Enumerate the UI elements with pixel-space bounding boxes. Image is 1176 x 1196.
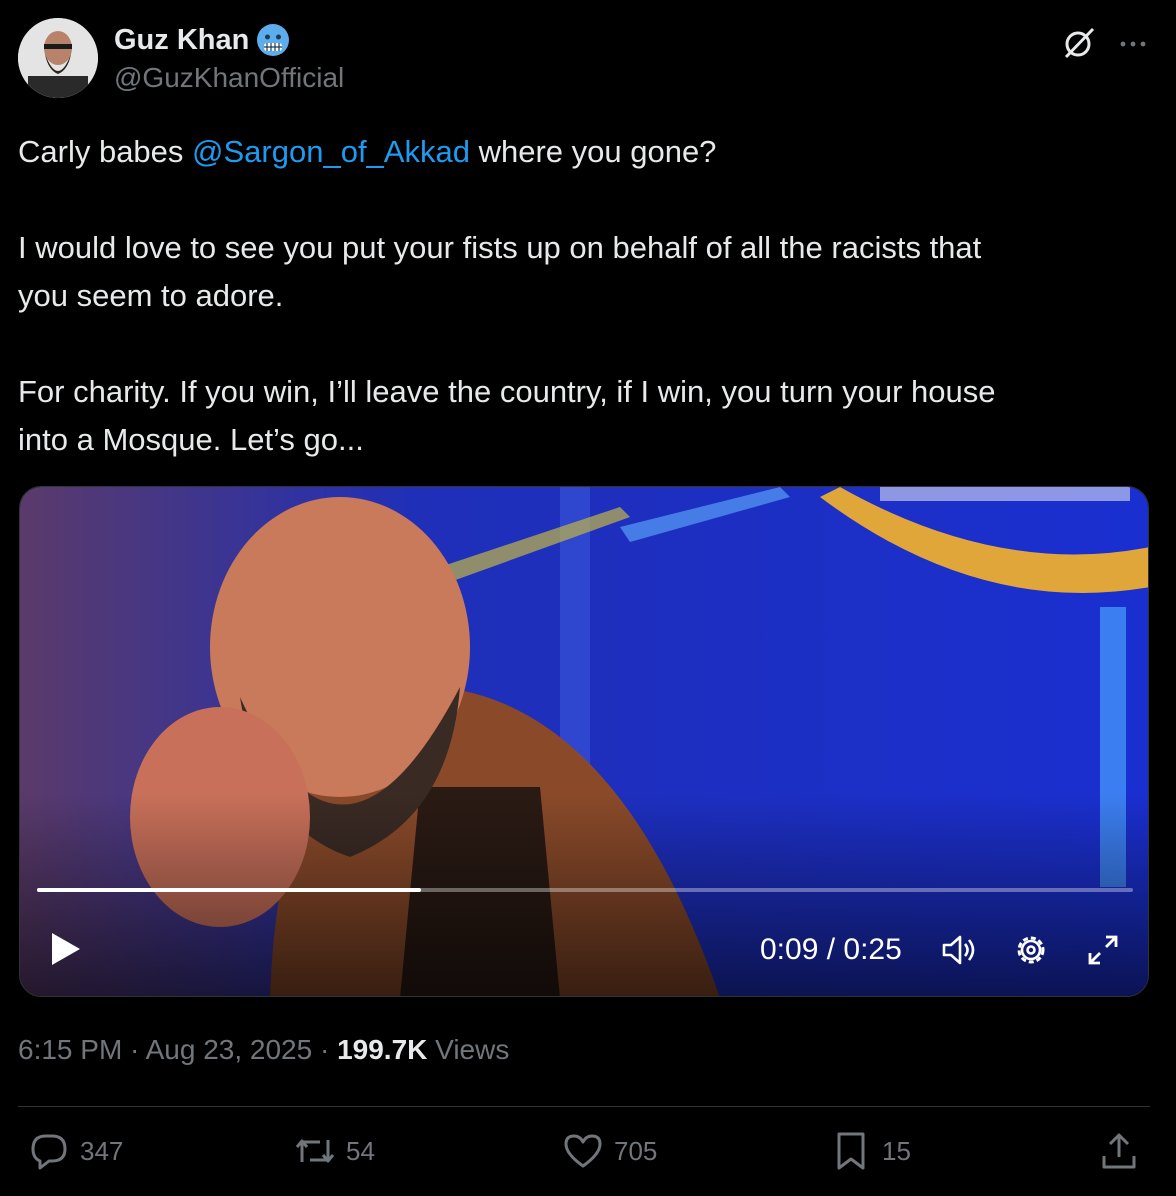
repost-button[interactable]: 54 — [294, 1130, 375, 1172]
cold-face-emoji-icon — [257, 24, 290, 56]
video-progress-fill — [37, 888, 421, 892]
bookmark-count: 15 — [882, 1135, 911, 1166]
divider — [18, 1106, 1150, 1107]
video-frame — [20, 487, 1148, 996]
views-count: 199.7K — [337, 1034, 428, 1065]
heart-icon — [564, 1134, 602, 1168]
tweet-text-segment: Carly babes — [18, 134, 193, 169]
tweet-line: For charity. If you win, I’ll leave the … — [18, 374, 996, 409]
tweet-text-segment: where you gone? — [469, 134, 717, 169]
timestamp[interactable]: 6:15 PM · Aug 23, 2025 · — [18, 1034, 337, 1065]
avatar-image — [18, 18, 98, 98]
play-icon[interactable] — [48, 931, 84, 967]
action-bar: 347 54 705 15 — [0, 1130, 1176, 1186]
video-progress-bar[interactable] — [37, 888, 1133, 892]
tweet-line: I would love to see you put your fists u… — [18, 230, 982, 265]
reply-button[interactable]: 347 — [28, 1130, 123, 1172]
display-name[interactable]: Guz Khan — [114, 24, 249, 57]
tweet-line: you seem to adore. — [18, 278, 284, 313]
bookmark-icon — [837, 1132, 865, 1170]
bookmark-button[interactable]: 15 — [830, 1130, 911, 1172]
tweet-line: into a Mosque. Let’s go... — [18, 422, 364, 457]
views-label: Views — [427, 1034, 510, 1065]
like-button[interactable]: 705 — [562, 1130, 657, 1172]
video-player[interactable]: 0:09 / 0:25 — [19, 486, 1149, 997]
avatar[interactable] — [18, 18, 98, 98]
share-button[interactable] — [1098, 1130, 1140, 1172]
video-time: 0:09 / 0:25 — [760, 933, 902, 966]
name-row: Guz Khan — [114, 22, 291, 58]
handle[interactable]: @GuzKhanOfficial — [114, 62, 344, 94]
settings-icon[interactable] — [1012, 931, 1050, 969]
more-icon[interactable] — [1116, 26, 1150, 60]
repost-count: 54 — [346, 1135, 375, 1166]
tweet-line: Carly babes @Sargon_of_Akkad where you g… — [18, 128, 1148, 176]
repost-icon — [295, 1139, 335, 1163]
grok-icon[interactable] — [1062, 26, 1096, 60]
reply-icon — [31, 1134, 67, 1170]
mention-link[interactable]: @Sargon_of_Akkad — [192, 134, 470, 169]
volume-icon[interactable] — [940, 931, 978, 969]
like-count: 705 — [614, 1135, 658, 1166]
tweet-header: Guz Khan @GuzKhanOfficial — [18, 18, 1158, 98]
reply-count: 347 — [80, 1135, 124, 1166]
tweet-meta: 6:15 PM · Aug 23, 2025 · 199.7K Views — [18, 1034, 509, 1066]
fullscreen-icon[interactable] — [1084, 931, 1122, 969]
share-icon — [1102, 1133, 1136, 1169]
tweet-text: Carly babes @Sargon_of_Akkad where you g… — [18, 128, 1148, 464]
